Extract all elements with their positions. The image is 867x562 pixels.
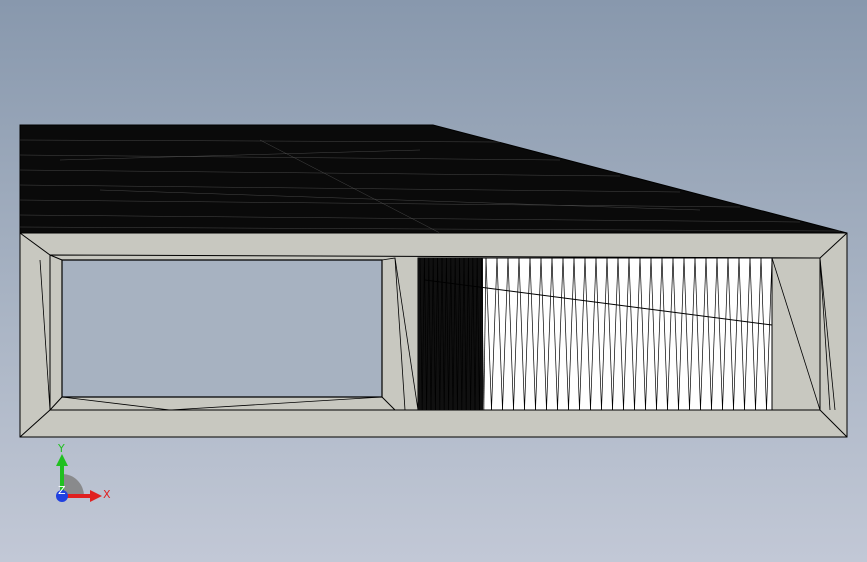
3d-model-box-frame[interactable] bbox=[19, 124, 848, 438]
3d-viewport[interactable] bbox=[0, 0, 867, 562]
x-axis-label: X bbox=[103, 488, 111, 501]
axis-triad: Y X Z bbox=[56, 442, 111, 502]
z-axis-label: Z bbox=[58, 484, 66, 497]
y-axis-label: Y bbox=[57, 442, 65, 455]
left-opening bbox=[61, 259, 383, 398]
top-face bbox=[19, 124, 848, 234]
